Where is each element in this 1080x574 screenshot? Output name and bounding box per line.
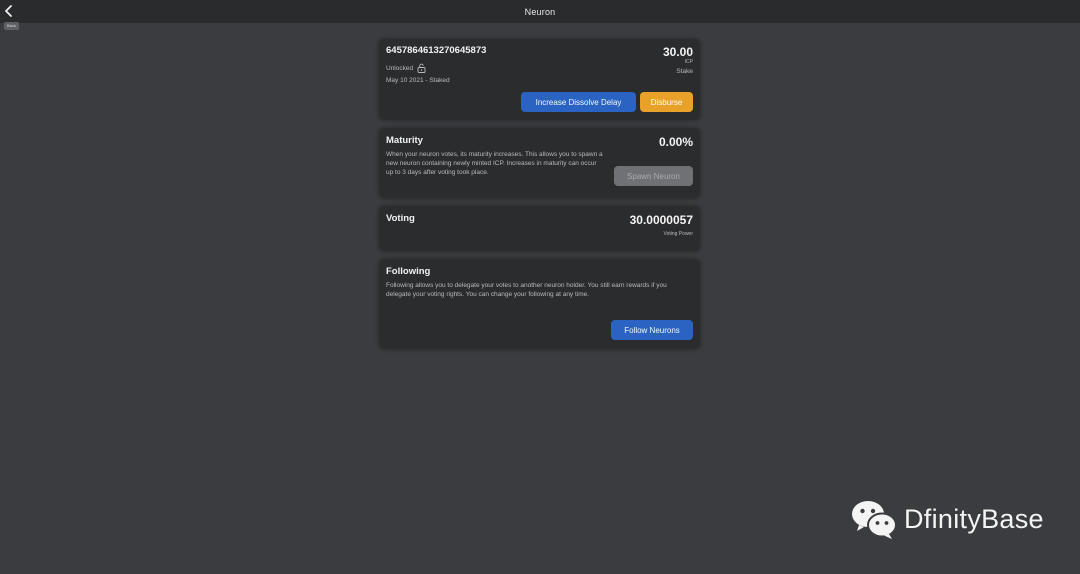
stake-unit: ICP bbox=[684, 59, 693, 65]
following-description: Following allows you to delegate your vo… bbox=[386, 282, 667, 298]
stake-amount: 30.00 bbox=[662, 45, 693, 59]
disburse-button[interactable]: Disburse bbox=[640, 92, 693, 112]
watermark-text: DfinityBase bbox=[904, 503, 1044, 534]
watermark: DfinityBase bbox=[850, 498, 1044, 540]
voting-power-value: 30.0000057 bbox=[629, 213, 693, 227]
neuron-id: 6457864613270645873 bbox=[386, 45, 487, 56]
following-title: Following bbox=[386, 266, 431, 277]
voting-title: Voting bbox=[386, 213, 415, 224]
lock-open-icon bbox=[417, 63, 426, 73]
maturity-card: Maturity When your neuron votes, its mat… bbox=[379, 128, 700, 198]
stake-label: Stake bbox=[676, 68, 693, 75]
maturity-description: When your neuron votes, its maturity inc… bbox=[386, 151, 603, 176]
back-button[interactable]: Back bbox=[4, 22, 19, 30]
voting-card: Voting 30.0000057 Voting Power bbox=[379, 206, 700, 251]
spawn-neuron-button[interactable]: Spawn Neuron bbox=[614, 166, 693, 186]
wechat-icon bbox=[852, 501, 897, 539]
following-card: Following Following allows you to delega… bbox=[379, 259, 700, 349]
follow-neurons-button[interactable]: Follow Neurons bbox=[611, 320, 693, 340]
neuron-card: 6457864613270645873 Unlocked May 10 2021… bbox=[379, 39, 700, 120]
chevron-left-icon[interactable] bbox=[3, 4, 15, 18]
increase-dissolve-delay-button[interactable]: Increase Dissolve Delay bbox=[521, 92, 636, 112]
neuron-state-label: Unlocked bbox=[386, 64, 414, 72]
top-bar: Neuron bbox=[0, 0, 1080, 23]
neuron-state: Unlocked bbox=[386, 63, 426, 73]
maturity-title: Maturity bbox=[386, 135, 423, 146]
neuron-date-staked: May 10 2021 - Staked bbox=[386, 77, 450, 84]
page-title: Neuron bbox=[524, 6, 556, 17]
voting-power-label: Voting Power bbox=[663, 231, 693, 237]
maturity-value: 0.00% bbox=[658, 135, 693, 149]
